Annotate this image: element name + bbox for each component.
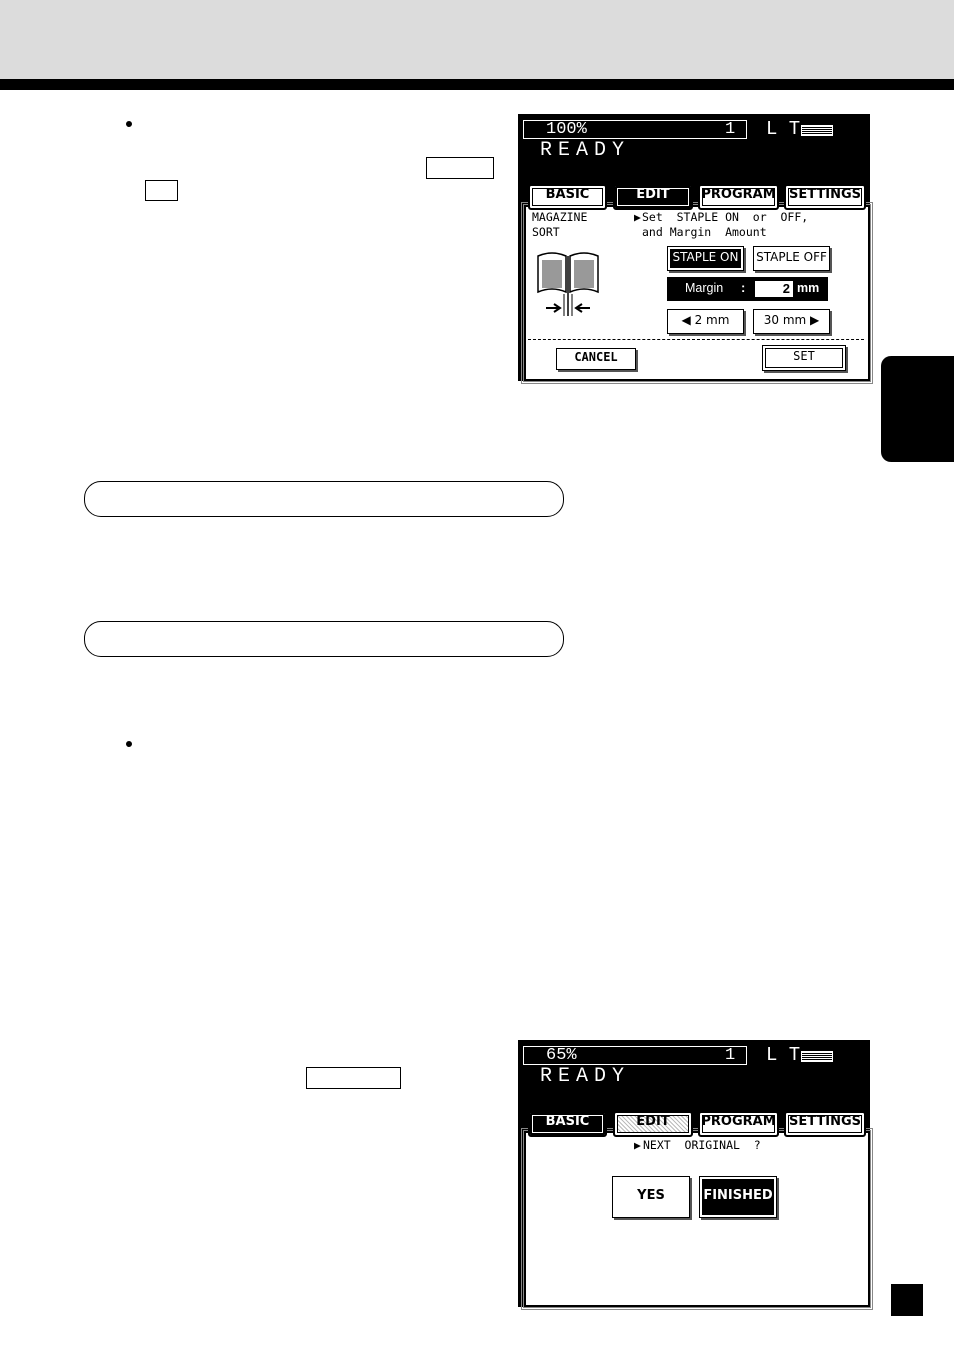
margin-increase-button[interactable]: 30 mm ▶ bbox=[753, 309, 830, 334]
paper-size: L T bbox=[766, 1044, 801, 1066]
left-triangle-icon: ◀ bbox=[681, 313, 691, 327]
margin-label: Margin bbox=[685, 281, 724, 295]
lcd-panel-staple: 100% 1 L T READY BASIC EDIT PROGRAM SETT… bbox=[518, 114, 873, 384]
panel-body bbox=[521, 1128, 873, 1310]
instruction-text: and Margin Amount bbox=[642, 225, 767, 239]
bullet bbox=[126, 741, 132, 747]
tab-program[interactable]: PROGRAM bbox=[698, 184, 779, 210]
page-number-marker bbox=[891, 1284, 923, 1316]
paper-size: L T bbox=[766, 118, 801, 140]
tab-program[interactable]: PROGRAM bbox=[698, 1111, 779, 1137]
tab-settings[interactable]: SETTINGS bbox=[784, 184, 866, 210]
cancel-button[interactable]: CANCEL bbox=[556, 348, 636, 370]
margin-decrease-button[interactable]: ◀ 2 mm bbox=[667, 309, 744, 334]
booklet-staple-icon bbox=[537, 252, 599, 316]
mode-label: MAGAZINE bbox=[532, 210, 588, 224]
copy-count: 1 bbox=[725, 1046, 736, 1065]
zoom-value: 100% bbox=[546, 120, 587, 139]
header-rule bbox=[0, 79, 954, 90]
set-button[interactable]: SET bbox=[762, 345, 846, 371]
instruction-text: Set STAPLE ON or OFF, bbox=[642, 210, 809, 224]
copy-count: 1 bbox=[725, 120, 736, 139]
staple-off-button[interactable]: STAPLE OFF bbox=[753, 246, 830, 271]
divider bbox=[528, 339, 864, 340]
decrease-label: 2 mm bbox=[694, 313, 730, 327]
tab-basic[interactable]: BASIC bbox=[528, 184, 607, 210]
pointer-icon: ▶ bbox=[634, 210, 641, 224]
lcd-panel-next-original: 65% 1 L T READY BASIC EDIT PROGRAM SETTI… bbox=[518, 1040, 873, 1310]
margin-separator: : bbox=[741, 280, 746, 295]
margin-value: 2 bbox=[782, 281, 790, 296]
increase-label: 30 mm bbox=[763, 313, 807, 327]
zoom-value: 65% bbox=[546, 1046, 577, 1065]
right-triangle-icon: ▶ bbox=[810, 313, 820, 327]
key-reference-box bbox=[426, 157, 494, 179]
mode-label: SORT bbox=[532, 225, 560, 239]
margin-value-field: 2 bbox=[755, 281, 793, 297]
section-heading-box bbox=[84, 481, 564, 517]
status-text: READY bbox=[540, 1065, 631, 1088]
finished-button[interactable]: FINISHED bbox=[699, 1176, 777, 1218]
tab-edit[interactable]: EDIT bbox=[613, 1111, 693, 1137]
tab-basic[interactable]: BASIC bbox=[528, 1111, 607, 1137]
header-band bbox=[0, 0, 954, 79]
tab-settings[interactable]: SETTINGS bbox=[784, 1111, 866, 1137]
section-heading-box bbox=[84, 621, 564, 657]
margin-unit: mm bbox=[797, 281, 820, 295]
status-text: READY bbox=[540, 139, 631, 162]
prompt-text: NEXT ORIGINAL ? bbox=[643, 1138, 761, 1152]
staple-on-button[interactable]: STAPLE ON bbox=[667, 246, 744, 271]
chapter-tab bbox=[881, 356, 954, 462]
margin-display: Margin : 2 mm bbox=[667, 277, 828, 301]
yes-button[interactable]: YES bbox=[612, 1176, 690, 1218]
bullet bbox=[126, 121, 132, 127]
paper-tray-icon bbox=[801, 125, 833, 136]
tab-edit[interactable]: EDIT bbox=[613, 184, 693, 210]
paper-tray-icon bbox=[801, 1051, 833, 1062]
key-reference-box bbox=[145, 180, 178, 201]
pointer-icon: ▶ bbox=[634, 1138, 641, 1152]
key-reference-box bbox=[306, 1067, 401, 1089]
